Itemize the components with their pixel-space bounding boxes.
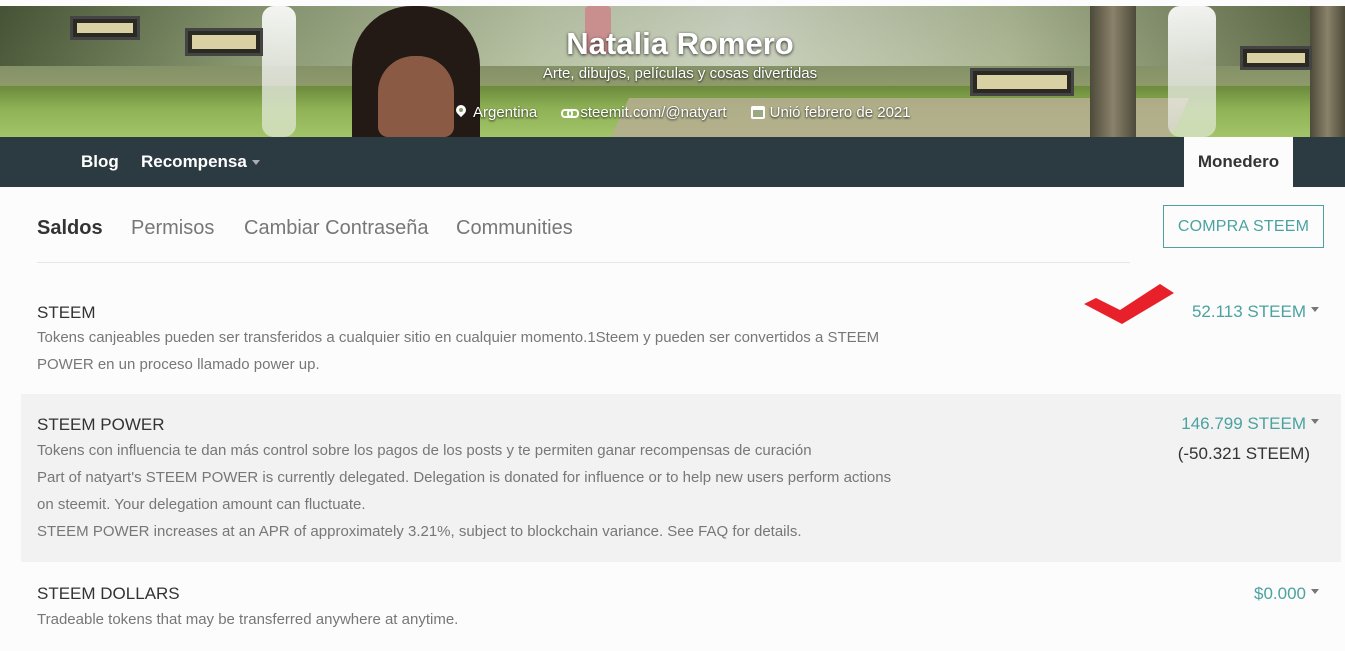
caret-down-icon <box>1311 419 1319 425</box>
profile-joined: Unió febrero de 2021 <box>769 103 911 121</box>
caret-down-icon <box>1311 589 1319 595</box>
profile-location: Argentina <box>473 103 538 121</box>
buy-steem-button[interactable]: COMPRA STEEM <box>1163 205 1324 248</box>
balance-value-dropdown[interactable]: 52.113 STEEM <box>1192 302 1319 322</box>
balance-description-line: Tokens con influencia te dan más control… <box>37 442 812 459</box>
profile-cover: Natalia Romero Arte, dibujos, películas … <box>0 6 1345 137</box>
tab-change-password[interactable]: Cambiar Contraseña <box>244 217 429 240</box>
annotation-checkmark <box>1084 284 1174 324</box>
balance-title: STEEM <box>37 303 96 322</box>
tab-communities[interactable]: Communities <box>456 217 573 240</box>
profile-name: Natalia Romero <box>566 26 794 61</box>
caret-down-icon <box>251 160 260 166</box>
caret-down-icon <box>1311 307 1319 313</box>
tab-permissions[interactable]: Permisos <box>131 217 214 240</box>
profile-website-link[interactable]: steemit.com/@natyart <box>580 104 726 121</box>
balance-description: Tokens con influencia te dan más control… <box>37 437 897 545</box>
delegated-amount: (-50.321 STEEM) <box>1177 444 1310 463</box>
balance-row-steem-dollars: STEEM DOLLARS Tradeable tokens that may … <box>21 568 1341 651</box>
nav-rewards[interactable]: Recompensa <box>141 137 260 187</box>
profile-meta: Argentina steemit.com/@natyart Unió febr… <box>454 103 911 121</box>
location-pin-icon <box>454 104 468 120</box>
balance-value-dropdown[interactable]: 146.799 STEEM <box>1181 414 1319 434</box>
nav-wallet[interactable]: Monedero <box>1184 137 1293 187</box>
balance-title: STEEM POWER <box>37 415 165 434</box>
nav-blog[interactable]: Blog <box>81 137 119 187</box>
balance-title: STEEM DOLLARS <box>37 584 180 603</box>
tabs-divider <box>37 262 1130 263</box>
balance-description-line: STEEM POWER increases at an APR of appro… <box>37 523 802 540</box>
balance-value: 52.113 STEEM <box>1191 302 1306 321</box>
balance-description: Tradeable tokens that may be transferred… <box>37 611 459 628</box>
link-icon <box>561 104 580 120</box>
tab-balances[interactable]: Saldos <box>37 217 103 240</box>
profile-navbar: Blog Recompensa Monedero <box>0 137 1345 187</box>
balance-value: 146.799 STEEM <box>1181 414 1306 433</box>
balance-description: Tokens canjeables pueden ser transferido… <box>37 329 880 373</box>
balance-description-line: Part of natyart's STEEM POWER is current… <box>37 469 892 513</box>
calendar-icon <box>750 104 765 120</box>
nav-rewards-label: Recompensa <box>141 152 247 171</box>
balance-row-steem-power: STEEM POWER Tokens con influencia te dan… <box>21 394 1341 562</box>
balance-value: $0.000 <box>1254 584 1306 603</box>
balance-value-dropdown[interactable]: $0.000 <box>1254 584 1319 604</box>
profile-about: Arte, dibujos, películas y cosas diverti… <box>542 65 818 82</box>
